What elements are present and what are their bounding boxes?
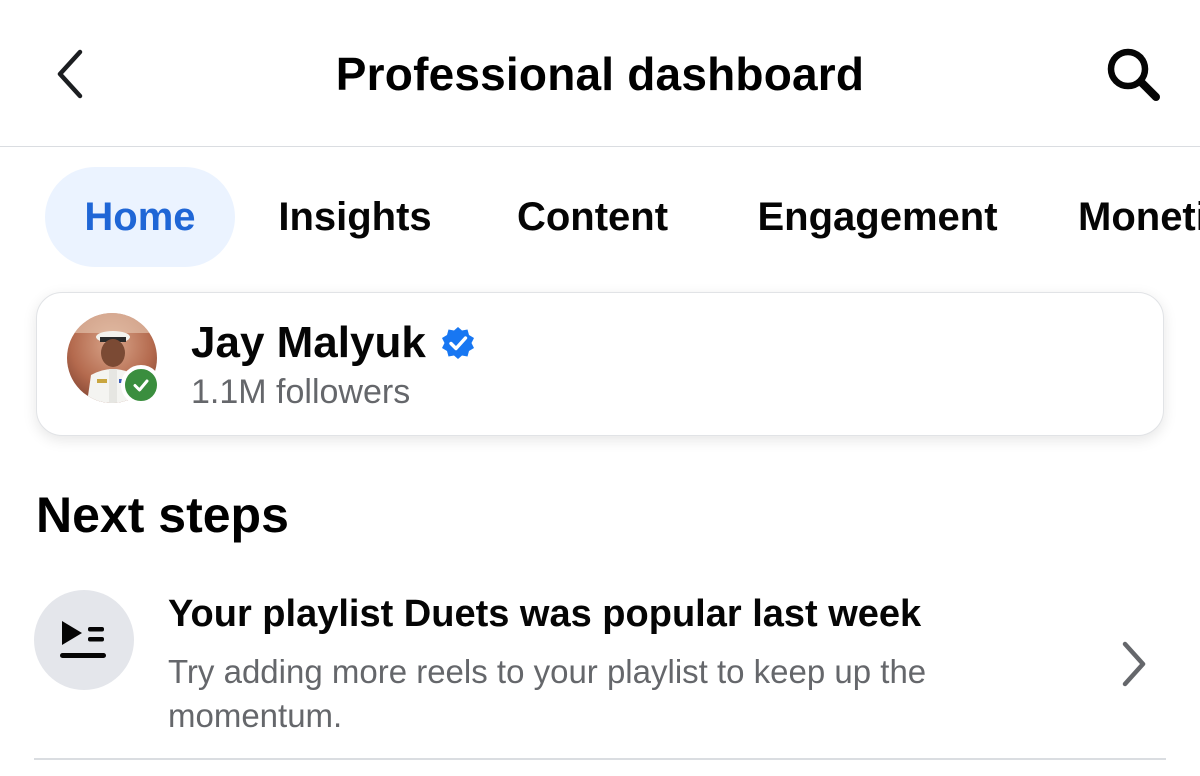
profile-name[interactable]: Jay Malyuk (191, 318, 426, 368)
tab-engagement[interactable]: Engagement (730, 167, 1025, 267)
profile-card[interactable]: Jay Malyuk 1.1M followers (36, 292, 1164, 436)
page-title: Professional dashboard (335, 48, 865, 100)
check-badge-icon (121, 365, 161, 405)
follower-count: 1.1M followers (191, 373, 411, 411)
tab-bar: Home Insights Content Engagement Monetiz… (0, 147, 1200, 287)
step-description: Try adding more reels to your playlist t… (168, 653, 927, 734)
playlist-icon (34, 590, 134, 690)
chevron-right-icon[interactable] (1106, 634, 1162, 694)
profile-name-row: Jay Malyuk (191, 315, 476, 371)
tab-monetization[interactable]: Monetization (1078, 167, 1200, 267)
step-title: Your playlist Duets was popular last wee… (168, 593, 922, 635)
verified-badge-icon (440, 325, 476, 361)
top-bar: Professional dashboard (0, 0, 1200, 147)
next-step-item[interactable]: Your playlist Duets was popular last wee… (0, 574, 1200, 758)
tab-content[interactable]: Content (490, 167, 695, 267)
divider (34, 758, 1166, 760)
section-title: Next steps (36, 487, 289, 543)
search-button[interactable] (1098, 44, 1168, 104)
search-icon (1107, 48, 1160, 101)
tab-home[interactable]: Home (45, 167, 235, 267)
tab-insights[interactable]: Insights (255, 167, 455, 267)
